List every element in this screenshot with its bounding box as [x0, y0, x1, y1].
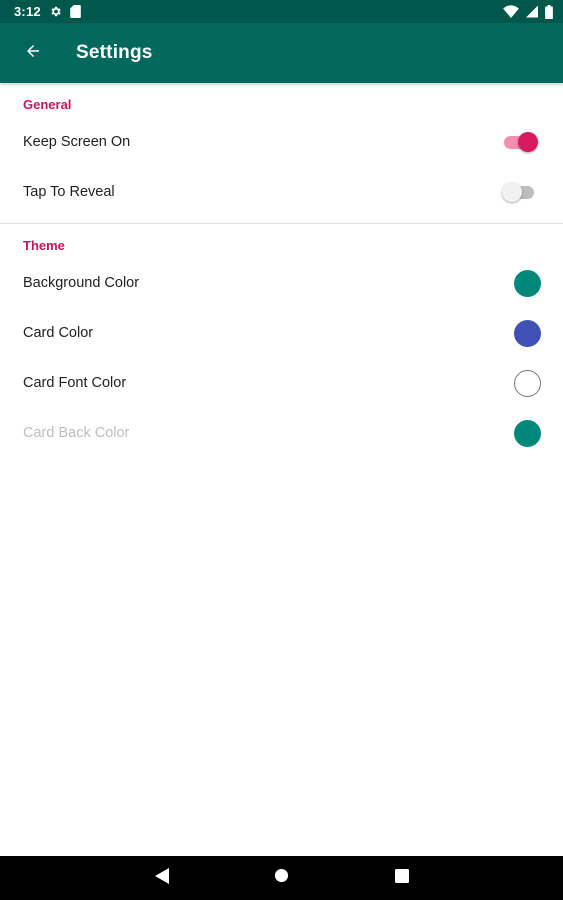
card-color-swatch[interactable] — [514, 319, 541, 347]
pref-label: Background Color — [23, 275, 140, 291]
keep-screen-on-switch[interactable] — [502, 132, 538, 152]
settings-list: General Keep Screen On Tap To Reveal The… — [0, 83, 563, 458]
background-color-swatch[interactable] — [514, 269, 541, 297]
status-time: 3:12 — [14, 4, 41, 19]
pref-label: Card Font Color — [23, 375, 127, 391]
arrow-back-icon — [24, 42, 42, 65]
pref-keep-screen-on[interactable]: Keep Screen On — [0, 117, 563, 167]
pref-label: Card Color — [23, 325, 94, 341]
pref-label: Card Back Color — [23, 425, 130, 441]
switch-thumb — [518, 132, 538, 152]
system-nav-bar — [0, 856, 563, 900]
recents-square-icon — [394, 868, 409, 888]
nav-recents-button[interactable] — [342, 856, 462, 900]
battery-icon — [545, 4, 553, 19]
pref-card-font-color[interactable]: Card Font Color — [0, 358, 563, 408]
back-triangle-icon — [154, 867, 169, 889]
nav-home-button[interactable] — [222, 856, 342, 900]
switch-thumb — [502, 182, 522, 202]
wifi-icon — [503, 5, 519, 18]
app-bar: Settings — [0, 23, 563, 83]
nav-back-button[interactable] — [102, 856, 222, 900]
page-title: Settings — [76, 42, 153, 63]
tap-to-reveal-switch[interactable] — [502, 182, 538, 202]
signal-icon — [526, 5, 538, 18]
section-header-theme: Theme — [23, 238, 65, 253]
back-button[interactable] — [0, 23, 68, 83]
gear-icon — [49, 5, 62, 18]
pref-tap-to-reveal[interactable]: Tap To Reveal — [0, 167, 563, 217]
section-header-general: General — [23, 97, 72, 112]
sd-card-icon — [70, 5, 81, 18]
pref-card-back-color: Card Back Color — [0, 408, 563, 458]
pref-label: Keep Screen On — [23, 134, 131, 150]
pref-label: Tap To Reveal — [23, 184, 115, 200]
pref-card-color[interactable]: Card Color — [0, 308, 563, 358]
card-back-color-swatch — [514, 419, 541, 447]
pref-background-color[interactable]: Background Color — [0, 258, 563, 308]
home-circle-icon — [274, 868, 289, 888]
card-font-color-swatch[interactable] — [514, 369, 541, 397]
status-bar: 3:12 — [0, 0, 563, 23]
